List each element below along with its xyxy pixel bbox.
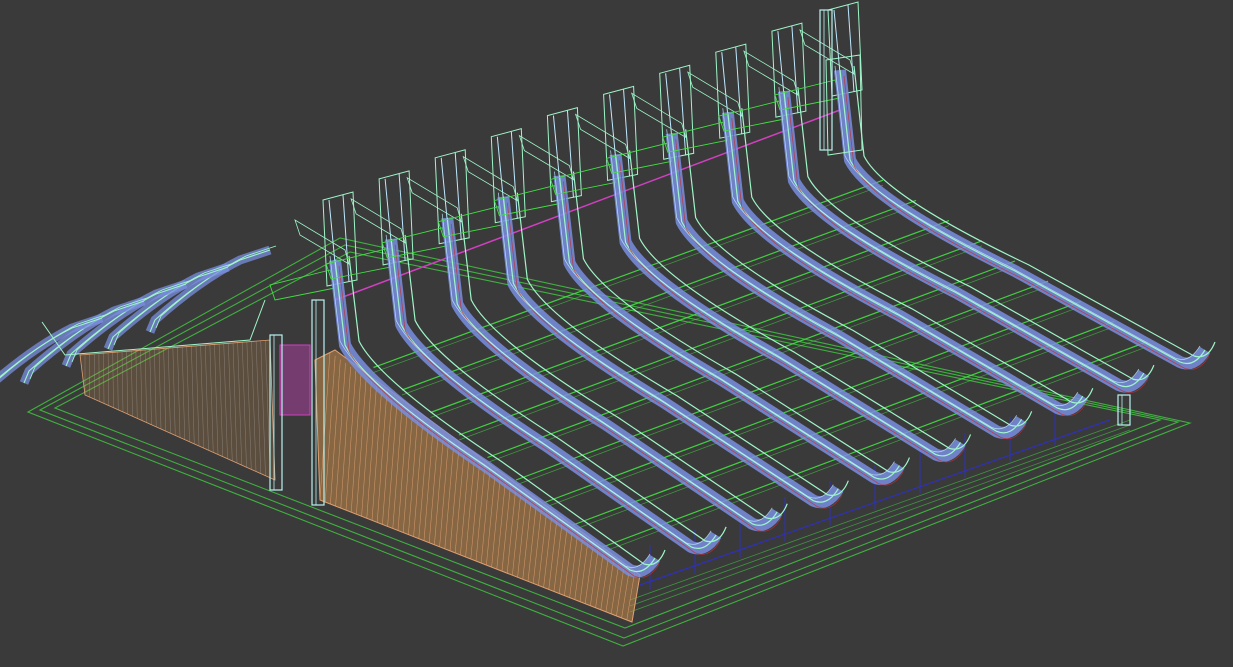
door-panel [279, 344, 311, 416]
rafter-brace [630, 92, 687, 139]
rafter-brace [743, 50, 799, 96]
ground-edge-line [629, 424, 1131, 607]
rafter-brace [574, 113, 631, 160]
rafter-bracket-line [510, 131, 518, 219]
rafter-brace [350, 198, 406, 244]
rafter-bracket-line [735, 47, 743, 135]
rafter-bracket-line [679, 68, 687, 156]
rafter-bracket-line [566, 110, 574, 198]
side-wall-left [79, 339, 276, 481]
purlin-2-lower [401, 205, 917, 396]
purlin-9-lower [601, 346, 1148, 553]
rafter-brace [799, 29, 855, 75]
rafter-bracket-line [847, 4, 855, 93]
rafter-brace [462, 155, 518, 202]
rafter-brace [687, 71, 743, 118]
rafter-brace [269, 269, 336, 301]
rafters [0, 1, 1216, 578]
rafter-bracket-line [454, 152, 462, 240]
rafter-bracket-line [791, 26, 799, 114]
rafter-brace [518, 134, 575, 181]
purlin-5-lower [487, 265, 1016, 463]
rafter-brace [406, 176, 462, 223]
rafter-underside [843, 75, 1210, 370]
rafter-bracket-line [398, 173, 406, 261]
wireframe-model-roof-structure[interactable] [0, 0, 1233, 667]
3d-viewport-wireframe[interactable] [0, 0, 1233, 667]
ground-edge-line [629, 429, 1131, 613]
purlin-4-lower [458, 245, 983, 441]
purlin-6-lower [515, 285, 1049, 486]
purlin-8 [572, 321, 1115, 526]
purlin-9 [601, 341, 1148, 549]
rafter-bracket-line [623, 89, 631, 177]
